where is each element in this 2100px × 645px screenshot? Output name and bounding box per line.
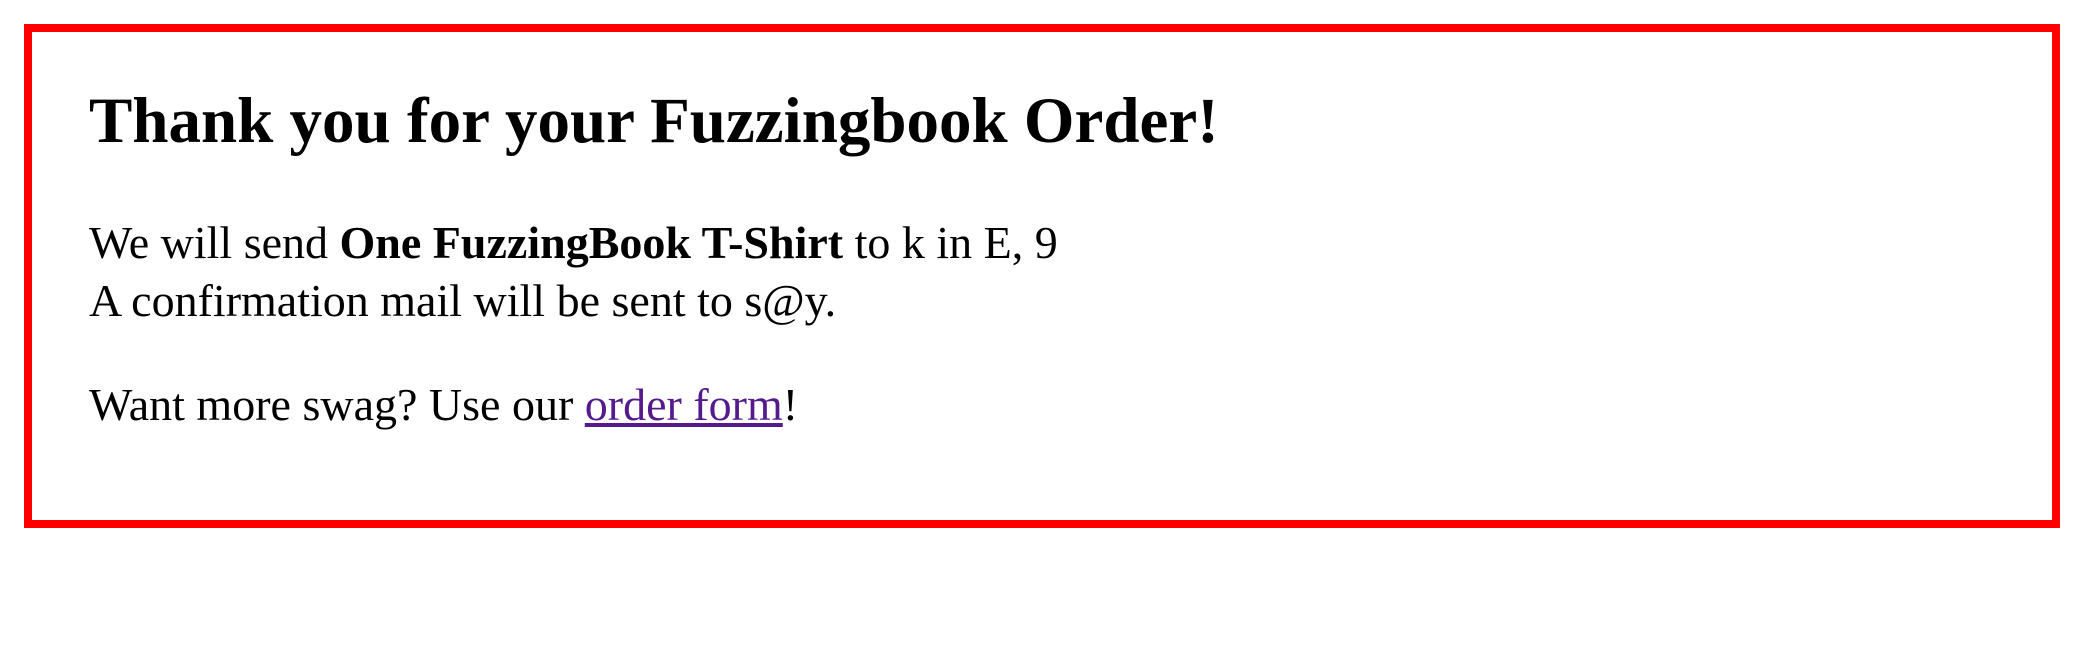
- customer-email: s@y: [744, 274, 825, 326]
- city-separator: ,: [1011, 216, 1024, 268]
- order-summary: We will send One FuzzingBook T-Shirt to …: [89, 214, 2052, 330]
- customer-city: E: [983, 216, 1012, 268]
- swag-prefix: Want more swag? Use our: [89, 378, 574, 430]
- page-title: Thank you for your Fuzzingbook Order!: [89, 85, 1219, 157]
- swag-message: Want more swag? Use our order form!: [89, 376, 2052, 434]
- product-name: One FuzzingBook T-Shirt: [339, 216, 844, 268]
- confirmation-box: Thank you for your Fuzzingbook Order! We…: [24, 24, 2060, 528]
- confirmation-prefix: A confirmation mail will be sent to: [89, 274, 733, 326]
- to-text: to: [854, 216, 891, 268]
- customer-name: k: [901, 216, 925, 268]
- in-text: in: [936, 216, 973, 268]
- swag-exclamation: !: [782, 378, 799, 430]
- order-form-link[interactable]: order form: [585, 379, 783, 430]
- send-prefix: We will send: [89, 216, 329, 268]
- confirmation-period: .: [824, 274, 837, 326]
- customer-zip: 9: [1034, 216, 1058, 268]
